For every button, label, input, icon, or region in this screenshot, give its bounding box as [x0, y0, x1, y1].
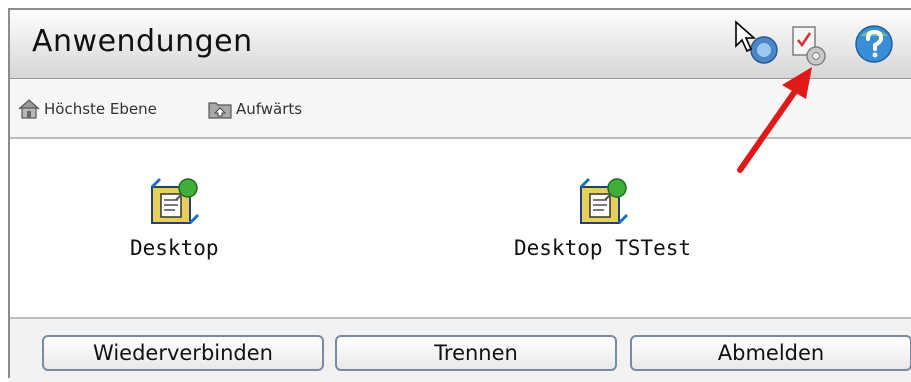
app-label: Desktop — [130, 236, 219, 260]
top-level-label: Höchste Ebene — [44, 100, 157, 118]
app-item-desktop-tstest[interactable]: Desktop TSTest — [514, 177, 691, 260]
app-icon — [151, 177, 200, 225]
folder-up-icon — [208, 102, 232, 119]
home-icon — [18, 99, 40, 119]
up-label: Aufwärts — [236, 100, 303, 118]
app-label: Desktop TSTest — [514, 236, 692, 260]
disconnect-button[interactable]: Trennen — [335, 335, 617, 371]
top-level-link[interactable]: Höchste Ebene — [18, 99, 157, 119]
help-icon[interactable] — [852, 22, 898, 66]
app-item-desktop[interactable]: Desktop — [130, 177, 219, 260]
annotation-arrow — [737, 67, 812, 173]
up-link[interactable]: Aufwärts — [208, 99, 302, 119]
app-icon — [579, 177, 628, 225]
page-title: Anwendungen — [32, 24, 253, 59]
logout-button[interactable]: Abmelden — [630, 335, 911, 371]
reconnect-button[interactable]: Wiederverbinden — [42, 335, 324, 371]
button-bar: Wiederverbinden Trennen Abmelden — [10, 317, 911, 382]
